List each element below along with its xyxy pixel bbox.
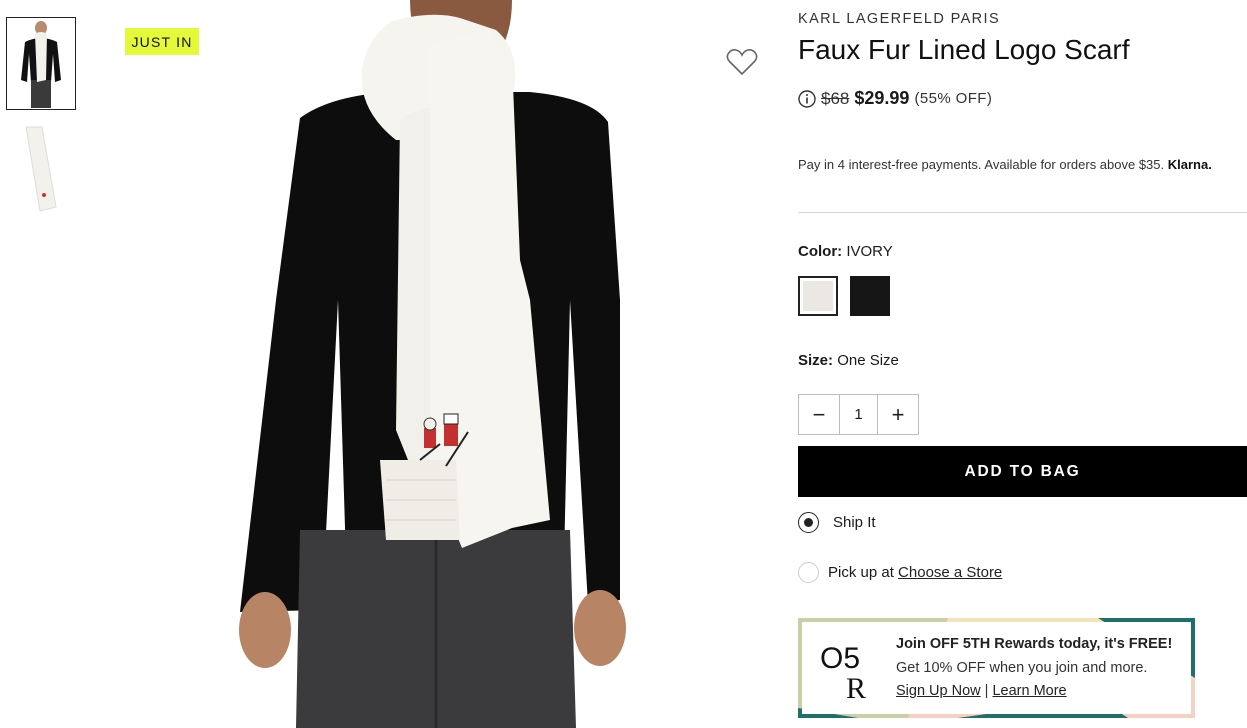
size-label: Size: — [798, 352, 834, 369]
ship-it-option[interactable]: Ship It — [798, 512, 876, 533]
learn-more-link[interactable]: Learn More — [992, 683, 1066, 699]
klarna-text: Pay in 4 interest-free payments. Availab… — [798, 157, 1165, 172]
selected-color: IVORY — [846, 243, 893, 260]
ship-it-label: Ship It — [833, 514, 876, 531]
pickup-option[interactable]: Pick up at Choose a Store — [798, 562, 1002, 583]
quantity-decrease-button[interactable]: − — [799, 395, 839, 434]
quantity-stepper: − 1 + — [798, 394, 919, 435]
svg-text:O5: O5 — [820, 642, 860, 675]
product-title: Faux Fur Lined Logo Scarf — [798, 34, 1130, 65]
rewards-banner: O5 R Join OFF 5TH Rewards today, it's FR… — [798, 618, 1195, 718]
quantity-value[interactable]: 1 — [839, 395, 878, 434]
divider — [798, 212, 1247, 213]
just-in-badge: JUST IN — [125, 28, 199, 55]
original-price: $68 — [821, 88, 850, 108]
color-selection-label: Color: IVORY — [798, 243, 893, 260]
thumbnail-flat-image — [25, 126, 57, 212]
rewards-links: Sign Up Now | Learn More — [896, 683, 1067, 699]
discount-label: (55% OFF) — [914, 90, 993, 107]
pickup-label: Pick up at — [828, 564, 894, 581]
pickup-radio[interactable] — [798, 562, 819, 583]
color-swatch-black[interactable] — [850, 276, 890, 316]
klarna-message: Pay in 4 interest-free payments. Availab… — [798, 157, 1247, 172]
rewards-heading: Join OFF 5TH Rewards today, it's FREE! — [896, 636, 1173, 652]
sign-up-link[interactable]: Sign Up Now — [896, 683, 981, 699]
svg-text:R: R — [846, 672, 866, 700]
sale-price: $29.99 — [854, 88, 910, 108]
thumbnail-flat[interactable] — [6, 123, 76, 215]
ship-it-radio[interactable] — [798, 512, 819, 533]
quantity-increase-button[interactable]: + — [878, 395, 918, 434]
klarna-logo[interactable]: Klarna. — [1168, 157, 1212, 172]
o5r-logo-icon: O5 R — [820, 642, 866, 700]
rewards-link-separator: | — [984, 683, 989, 699]
choose-store-link[interactable]: Choose a Store — [898, 564, 1002, 581]
product-hero-image — [100, 0, 780, 728]
heart-icon — [726, 49, 758, 76]
rewards-subtext: Get 10% OFF when you join and more. — [896, 660, 1148, 676]
product-brand[interactable]: KARL LAGERFELD PARIS — [798, 11, 1000, 27]
add-to-bag-button[interactable]: ADD TO BAG — [798, 446, 1247, 497]
model-wearing-scarf — [239, 0, 626, 728]
size-value: One Size — [837, 352, 899, 369]
price-row: $68 $29.99 (55% OFF) — [798, 88, 992, 109]
info-icon[interactable] — [798, 89, 816, 108]
thumbnail-model-image — [11, 19, 71, 108]
thumbnail-model[interactable] — [6, 17, 76, 110]
size-selection-label: Size: One Size — [798, 352, 899, 369]
rewards-content: O5 R Join OFF 5TH Rewards today, it's FR… — [802, 622, 1191, 714]
color-label: Color: — [798, 243, 843, 260]
color-swatch-ivory[interactable] — [798, 276, 838, 316]
wishlist-heart-button[interactable] — [725, 46, 759, 78]
